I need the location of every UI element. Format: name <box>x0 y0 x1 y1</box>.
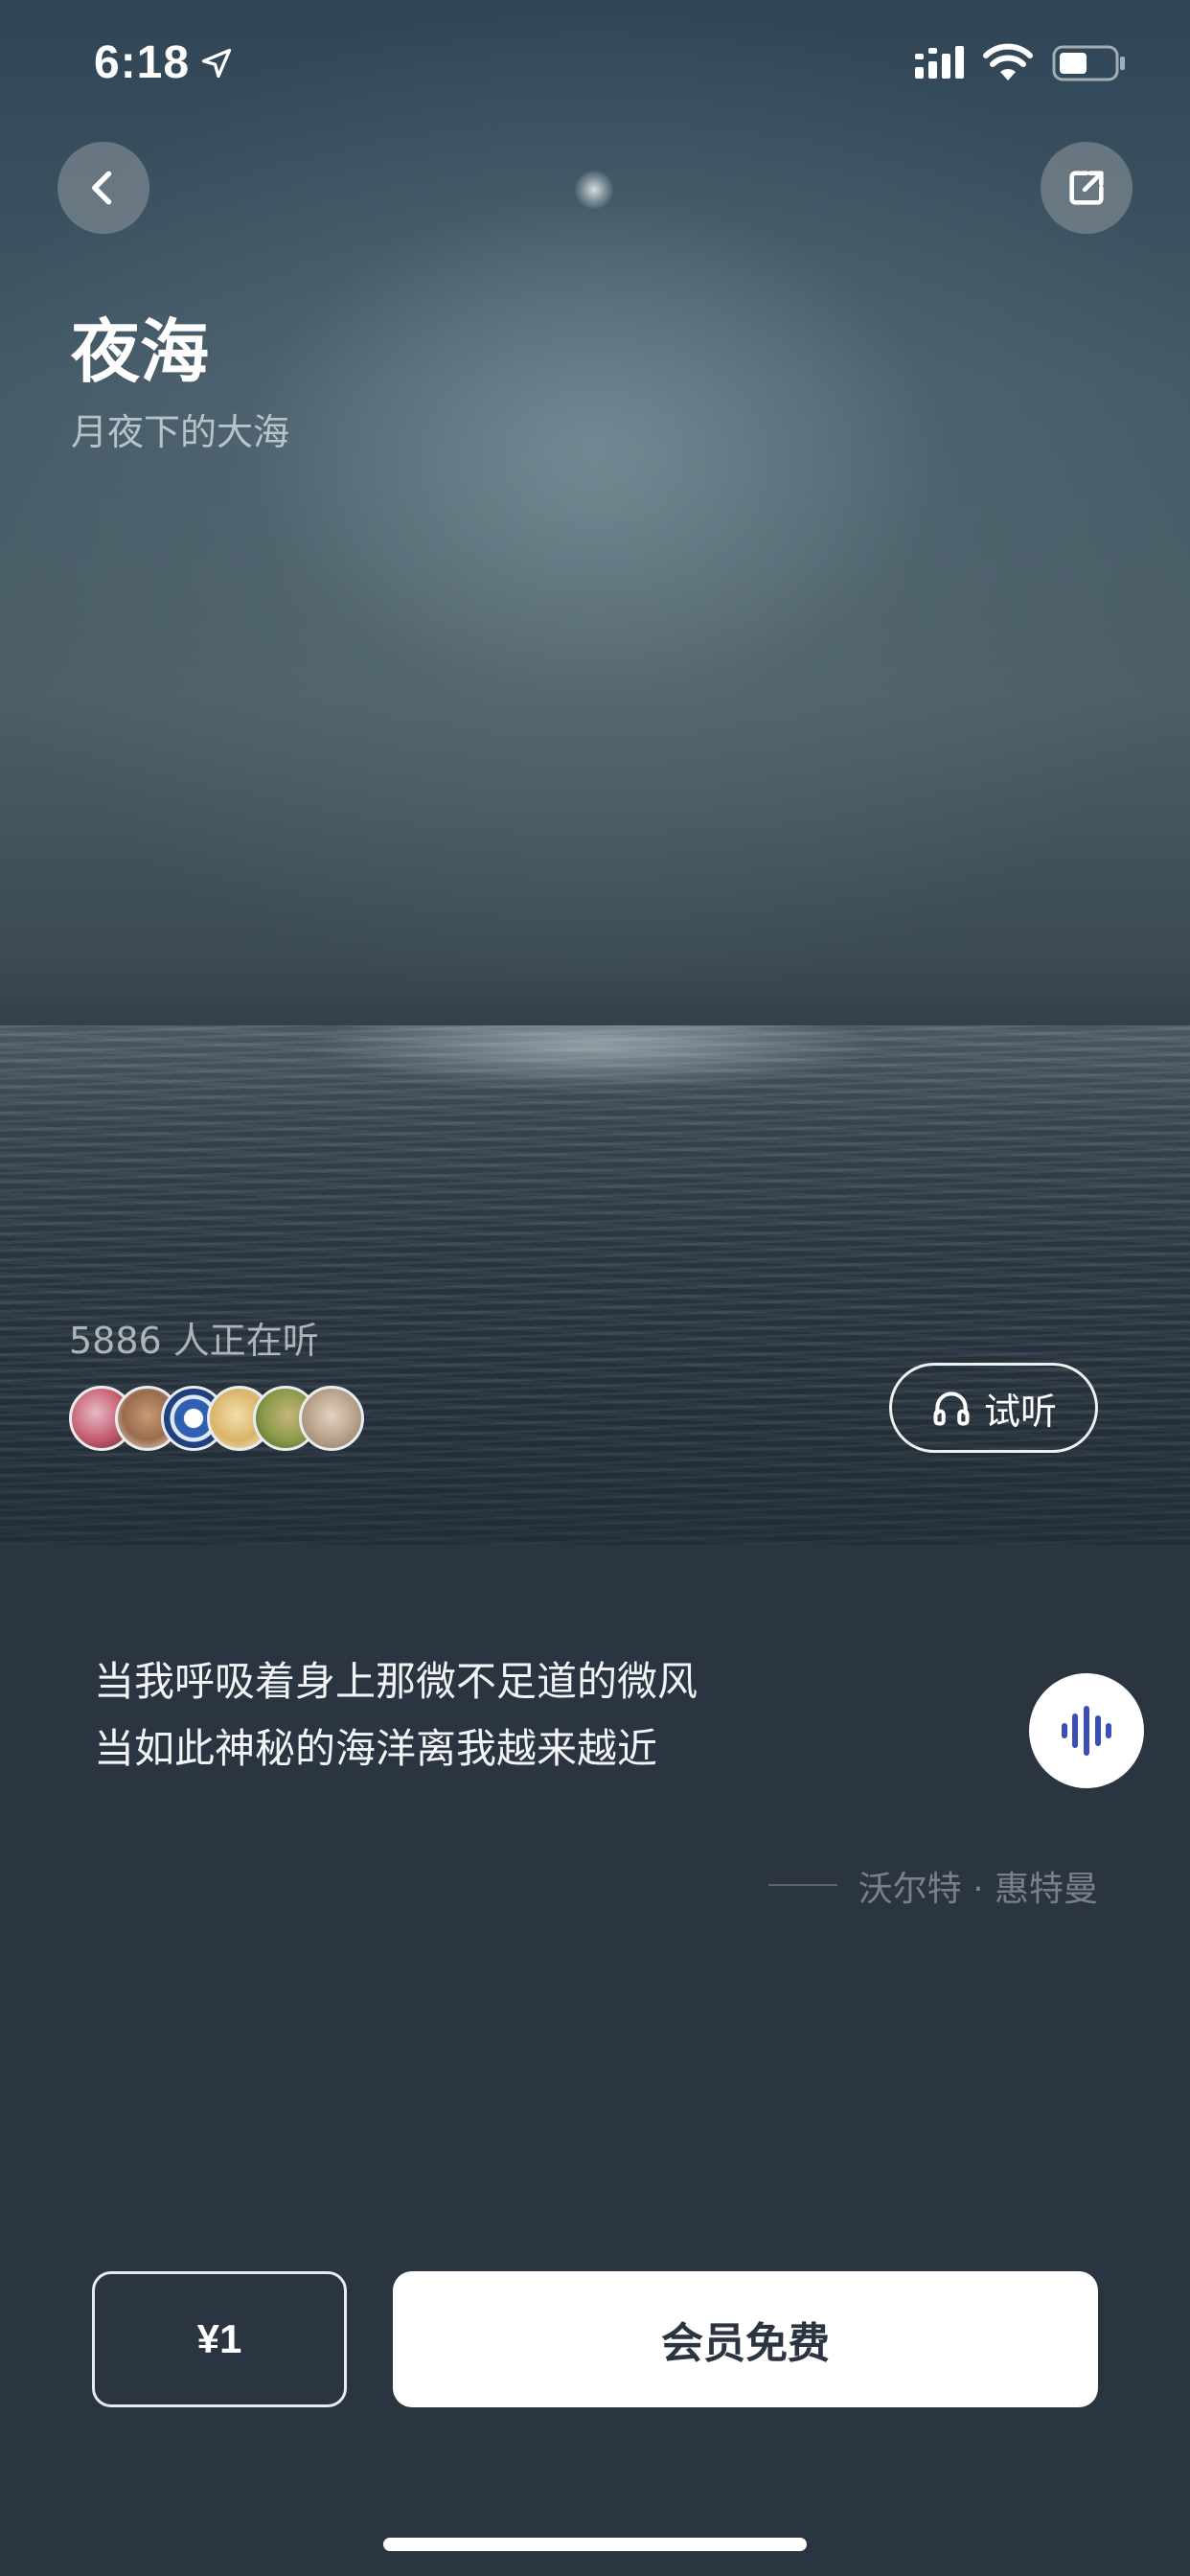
location-arrow-icon <box>201 48 232 79</box>
page-title: 夜海 <box>71 311 210 392</box>
voice-play-button[interactable] <box>1029 1673 1144 1788</box>
page-subtitle: 月夜下的大海 <box>71 411 290 453</box>
quote-text: 当我呼吸着身上那微不足道的微风 当如此神秘的海洋离我越来越近 <box>94 1648 698 1782</box>
author-divider <box>768 1884 837 1886</box>
moon <box>575 171 613 209</box>
quote-line: 当我呼吸着身上那微不足道的微风 <box>94 1658 698 1705</box>
share-icon <box>1069 171 1104 205</box>
home-indicator <box>383 2538 807 2551</box>
quote-author: 沃尔特 · 惠特曼 <box>858 1870 1098 1909</box>
waveform-icon <box>1062 1706 1111 1756</box>
trial-listen-label: 试听 <box>983 1390 1057 1433</box>
listener-count: 5886 人正在听 <box>69 1320 319 1362</box>
signal-icon <box>915 46 964 79</box>
buy-price-button[interactable]: ¥1 <box>92 2271 347 2407</box>
back-button[interactable] <box>57 142 149 234</box>
screen: 6:18 夜海 月夜下的大海 5886 人正在听 试听 当我呼吸着身上那微不足道… <box>0 0 1190 2576</box>
share-button[interactable] <box>1041 142 1133 234</box>
wifi-icon <box>983 43 1033 80</box>
avatar <box>299 1386 364 1451</box>
member-free-button[interactable]: 会员免费 <box>393 2271 1098 2407</box>
battery-icon <box>1052 45 1125 81</box>
listener-avatars[interactable] <box>69 1386 376 1451</box>
status-bar: 6:18 <box>0 0 1190 126</box>
chevron-left-icon <box>92 171 112 205</box>
headphones-icon <box>933 1392 970 1426</box>
quote-line: 当如此神秘的海洋离我越来越近 <box>94 1725 658 1772</box>
trial-listen-button[interactable]: 试听 <box>889 1363 1098 1453</box>
status-time: 6:18 <box>94 37 191 88</box>
